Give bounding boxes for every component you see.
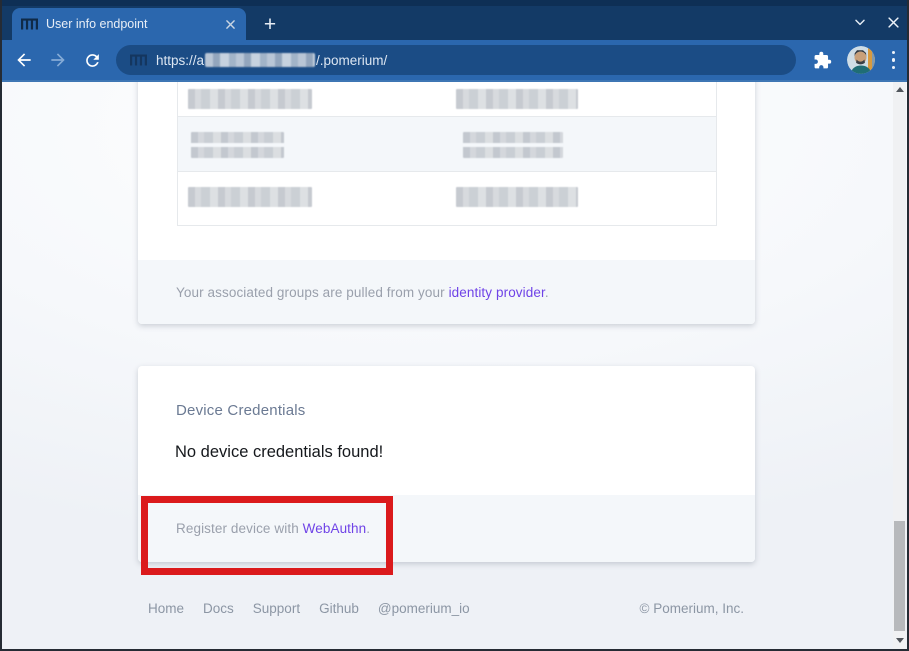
forward-button-icon[interactable] <box>46 48 70 72</box>
pomerium-favicon-icon <box>130 54 147 66</box>
groups-card: Your associated groups are pulled from y… <box>138 82 755 324</box>
footer-link-docs[interactable]: Docs <box>203 601 234 616</box>
pomerium-favicon-icon <box>21 18 38 30</box>
tab-search-chevron-icon[interactable] <box>852 14 868 30</box>
redacted-host <box>205 53 315 67</box>
browser-tab[interactable]: User info endpoint <box>12 8 246 40</box>
extensions-puzzle-icon[interactable] <box>813 51 832 70</box>
footer-link-github[interactable]: Github <box>319 601 359 616</box>
address-bar[interactable]: https://a/.pomerium/ <box>116 45 796 75</box>
url-text: https://a/.pomerium/ <box>156 53 387 68</box>
browser-window: User info endpoint + <box>0 0 909 651</box>
redacted-cell <box>463 132 563 158</box>
footer-link-support[interactable]: Support <box>253 601 300 616</box>
page-footer: Home Docs Support Github @pomerium_io © … <box>148 601 744 616</box>
scrollbar-thumb[interactable] <box>894 521 905 631</box>
browser-titlebar: User info endpoint + <box>0 0 909 40</box>
groups-table <box>177 82 717 226</box>
table-row <box>178 117 716 172</box>
table-row <box>178 82 716 117</box>
window-close-icon[interactable] <box>886 15 901 30</box>
redacted-cell <box>456 89 578 109</box>
scroll-up-arrow-icon[interactable] <box>893 83 906 96</box>
page-viewport: Your associated groups are pulled from y… <box>0 82 909 651</box>
vertical-scrollbar[interactable] <box>893 82 906 649</box>
no-credentials-message: No device credentials found! <box>175 443 383 462</box>
scroll-down-arrow-icon[interactable] <box>893 634 906 647</box>
tab-title: User info endpoint <box>46 17 222 31</box>
annotation-red-box <box>141 496 393 575</box>
table-row <box>178 172 716 226</box>
browser-toolbar: https://a/.pomerium/ <box>0 40 909 82</box>
back-button-icon[interactable] <box>12 48 36 72</box>
copyright-text: © Pomerium, Inc. <box>640 601 744 616</box>
footer-link-twitter[interactable]: @pomerium_io <box>378 601 470 616</box>
redacted-cell <box>188 89 312 109</box>
redacted-cell <box>188 187 312 207</box>
window-border <box>0 0 2 651</box>
reload-button-icon[interactable] <box>80 48 104 72</box>
redacted-cell <box>456 187 578 207</box>
identity-provider-link[interactable]: identity provider <box>449 285 545 300</box>
redacted-cell <box>191 132 284 158</box>
tab-close-icon[interactable] <box>222 16 238 32</box>
profile-avatar[interactable] <box>847 46 875 74</box>
browser-menu-kebab-icon[interactable] <box>890 49 898 72</box>
new-tab-button[interactable]: + <box>256 10 284 38</box>
footer-link-home[interactable]: Home <box>148 601 184 616</box>
device-credentials-title: Device Credentials <box>176 402 306 419</box>
groups-note-text: Your associated groups are pulled from y… <box>176 285 449 300</box>
groups-note-strip: Your associated groups are pulled from y… <box>138 260 755 324</box>
